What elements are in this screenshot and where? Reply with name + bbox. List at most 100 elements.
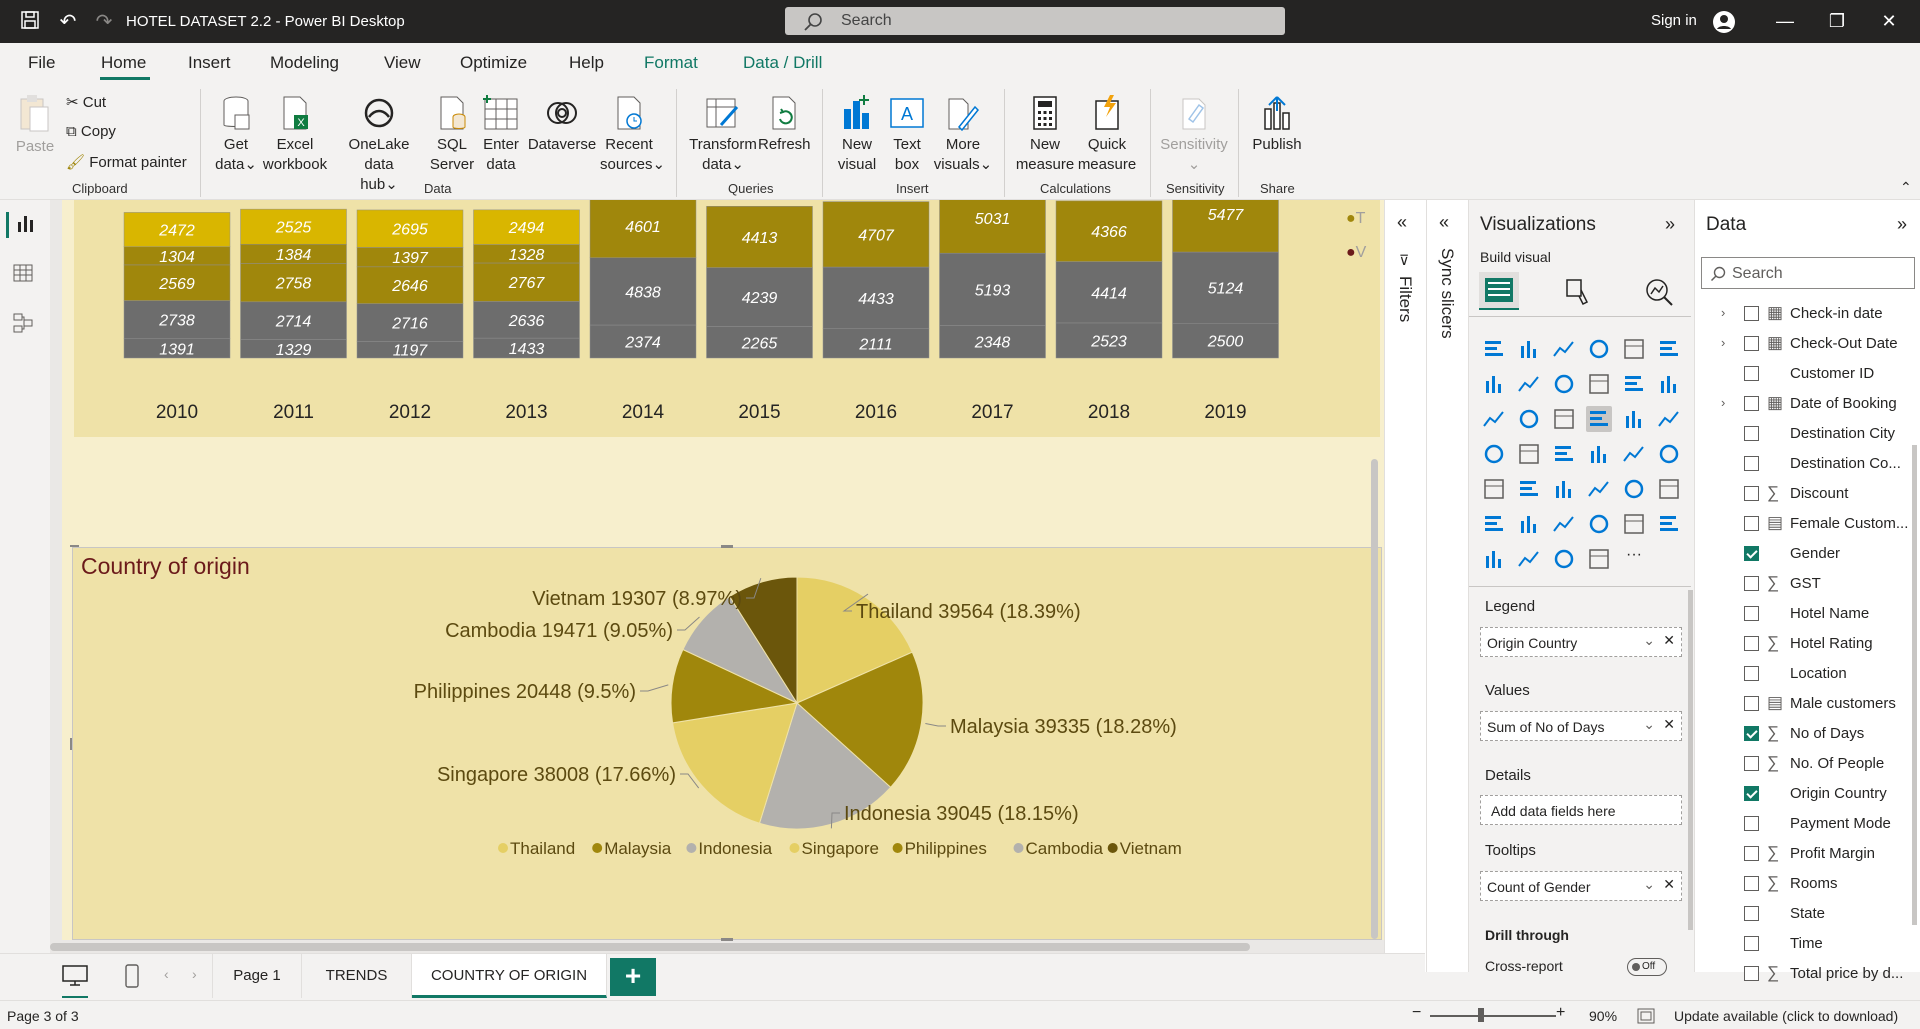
field-gender[interactable]: Gender bbox=[1695, 539, 1920, 569]
build-visual-tab[interactable] bbox=[1479, 272, 1519, 310]
page-tab-trends[interactable]: TRENDS bbox=[302, 954, 412, 998]
analytics-tab[interactable] bbox=[1643, 276, 1675, 312]
field-checkbox[interactable] bbox=[1744, 606, 1759, 621]
paste-button[interactable]: Paste bbox=[14, 93, 56, 157]
power-automate-icon[interactable] bbox=[1516, 546, 1542, 572]
format-visual-tab[interactable] bbox=[1561, 276, 1593, 312]
field-checkbox[interactable] bbox=[1744, 756, 1759, 771]
funnel-icon[interactable] bbox=[1516, 406, 1542, 432]
field-checkbox[interactable] bbox=[1744, 936, 1759, 951]
excel-workbook-button[interactable]: X Excel workbook bbox=[262, 95, 328, 175]
data-pane-scrollbar[interactable] bbox=[1912, 445, 1917, 925]
tab-home[interactable]: Home bbox=[101, 53, 146, 73]
transform-data-button[interactable]: Transform data⌄ bbox=[688, 95, 758, 175]
enter-data-button[interactable]: Enter data bbox=[478, 95, 524, 175]
field-no-of-people[interactable]: ∑ No. Of People bbox=[1695, 749, 1920, 779]
publish-button[interactable]: Publish bbox=[1246, 95, 1308, 155]
sensitivity-button[interactable]: Sensitivity ⌄ bbox=[1158, 95, 1230, 175]
line-icon[interactable] bbox=[1481, 371, 1507, 397]
model-view-icon[interactable] bbox=[12, 312, 38, 338]
sign-in-button[interactable]: Sign in bbox=[1651, 12, 1697, 29]
key-influencers-icon[interactable] bbox=[1481, 511, 1507, 537]
update-available-link[interactable]: Update available (click to download) bbox=[1674, 1008, 1898, 1024]
field-checkbox[interactable] bbox=[1744, 396, 1759, 411]
field-checkbox[interactable] bbox=[1744, 966, 1759, 981]
next-page-icon[interactable]: › bbox=[192, 966, 197, 982]
field-hotel-name[interactable]: Hotel Name bbox=[1695, 599, 1920, 629]
field-origin-country[interactable]: Origin Country bbox=[1695, 779, 1920, 809]
stacked-column-visual[interactable]: 1391 2738 2569 1304 2472 2010 1329 2714 2758 1384… bbox=[74, 200, 1380, 437]
stacked-area-icon[interactable] bbox=[1551, 371, 1577, 397]
field-gst[interactable]: ∑ GST bbox=[1695, 569, 1920, 599]
tab-optimize[interactable]: Optimize bbox=[460, 53, 527, 73]
field-checkbox[interactable] bbox=[1744, 786, 1759, 801]
decomposition-tree-icon[interactable] bbox=[1516, 511, 1542, 537]
tooltips-well[interactable]: Count of Gender ⌄ ✕ bbox=[1480, 871, 1682, 901]
field-check-in-date[interactable]: › ▦ Check-in date bbox=[1695, 299, 1920, 329]
field-checkbox[interactable] bbox=[1744, 426, 1759, 441]
report-view-icon[interactable] bbox=[6, 212, 33, 238]
field-checkbox[interactable] bbox=[1744, 666, 1759, 681]
field-checkbox[interactable] bbox=[1744, 516, 1759, 531]
field-destination-city[interactable]: Destination City bbox=[1695, 419, 1920, 449]
cross-report-toggle[interactable]: Off bbox=[1627, 958, 1667, 976]
matrix-icon[interactable] bbox=[1586, 476, 1612, 502]
slicer-icon[interactable] bbox=[1516, 476, 1542, 502]
r-script-icon[interactable] bbox=[1621, 476, 1647, 502]
waterfall-icon[interactable] bbox=[1481, 406, 1507, 432]
restore-icon[interactable]: ❐ bbox=[1822, 8, 1852, 34]
resize-handle[interactable] bbox=[70, 545, 79, 547]
card-icon[interactable] bbox=[1621, 441, 1647, 467]
collapse-viz-icon[interactable]: » bbox=[1665, 214, 1675, 235]
canvas-horizontal-scrollbar[interactable] bbox=[50, 943, 1410, 953]
field-destination-co[interactable]: Destination Co... bbox=[1695, 449, 1920, 479]
tab-format[interactable]: Format bbox=[644, 53, 698, 73]
stacked-bar-icon[interactable] bbox=[1481, 336, 1507, 362]
clustered-column-icon[interactable] bbox=[1586, 336, 1612, 362]
resize-handle[interactable] bbox=[70, 738, 72, 750]
values-well[interactable]: Sum of No of Days ⌄ ✕ bbox=[1480, 711, 1682, 741]
field-checkbox[interactable] bbox=[1744, 336, 1759, 351]
field-checkbox[interactable] bbox=[1744, 726, 1759, 741]
field-checkbox[interactable] bbox=[1744, 906, 1759, 921]
narrative-icon[interactable] bbox=[1586, 511, 1612, 537]
field-checkbox[interactable] bbox=[1744, 366, 1759, 381]
legend-item[interactable]: Singapore bbox=[802, 839, 880, 858]
100-bar-icon[interactable] bbox=[1621, 336, 1647, 362]
undo-icon[interactable]: ↶ bbox=[56, 10, 80, 34]
chevron-down-icon[interactable]: ⌄ bbox=[1643, 632, 1655, 649]
field-date-of-booking[interactable]: › ▦ Date of Booking bbox=[1695, 389, 1920, 419]
metrics-icon[interactable] bbox=[1551, 546, 1577, 572]
field-location[interactable]: Location bbox=[1695, 659, 1920, 689]
details-well[interactable]: Add data fields here bbox=[1480, 795, 1682, 825]
chevron-right-icon[interactable]: › bbox=[1721, 305, 1725, 320]
data-search-input[interactable]: Search bbox=[1701, 257, 1915, 289]
remove-icon[interactable]: ✕ bbox=[1663, 632, 1675, 649]
mobile-layout-icon[interactable] bbox=[124, 964, 140, 992]
zoom-in-icon[interactable]: + bbox=[1556, 1004, 1565, 1022]
refresh-button[interactable]: Refresh bbox=[758, 95, 811, 155]
area-icon[interactable] bbox=[1516, 371, 1542, 397]
field-state[interactable]: State bbox=[1695, 899, 1920, 929]
legend-item[interactable]: Philippines bbox=[905, 839, 987, 858]
filters-pane[interactable]: « ⊽ Filters bbox=[1384, 200, 1426, 972]
text-box-button[interactable]: A Text box bbox=[884, 95, 930, 175]
fit-to-page-icon[interactable] bbox=[1637, 1008, 1655, 1024]
field-checkbox[interactable] bbox=[1744, 456, 1759, 471]
tab-insert[interactable]: Insert bbox=[188, 53, 231, 73]
field-rooms[interactable]: ∑ Rooms bbox=[1695, 869, 1920, 899]
remove-icon[interactable]: ✕ bbox=[1663, 716, 1675, 733]
field-checkbox[interactable] bbox=[1744, 486, 1759, 501]
dataverse-button[interactable]: Dataverse bbox=[526, 95, 598, 155]
field-checkbox[interactable] bbox=[1744, 636, 1759, 651]
legend-item[interactable]: Indonesia bbox=[698, 839, 772, 858]
expand-filters-icon[interactable]: « bbox=[1397, 212, 1407, 233]
get-data-button[interactable]: Get data⌄ bbox=[212, 95, 260, 175]
zoom-slider[interactable] bbox=[1430, 1015, 1556, 1017]
tab-file[interactable]: File bbox=[28, 53, 55, 73]
add-page-button[interactable]: + bbox=[610, 958, 656, 996]
field-no-of-days[interactable]: ∑ No of Days bbox=[1695, 719, 1920, 749]
legend-item[interactable]: Malaysia bbox=[604, 839, 672, 858]
desktop-layout-icon[interactable] bbox=[62, 964, 88, 998]
minimize-icon[interactable]: — bbox=[1770, 8, 1800, 34]
